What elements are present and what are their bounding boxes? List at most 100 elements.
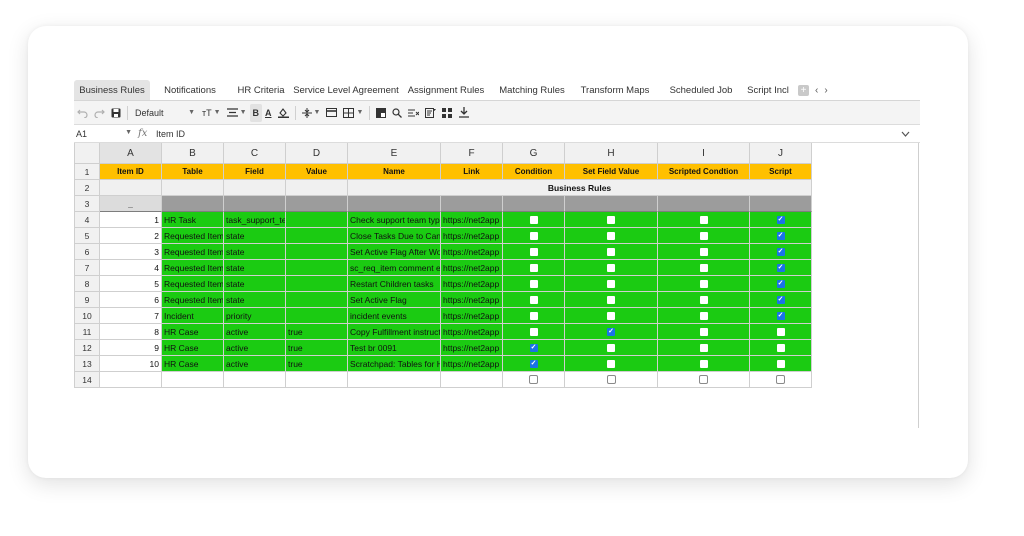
empty-cell[interactable] — [441, 372, 503, 388]
column-header-e[interactable]: E — [348, 143, 441, 164]
empty-cell[interactable] — [162, 372, 224, 388]
cell-field[interactable]: active — [224, 356, 286, 372]
cell-name[interactable]: Restart Children tasks — [348, 276, 441, 292]
column-header-g[interactable]: G — [503, 143, 565, 164]
checkbox-unchecked[interactable] — [776, 343, 785, 352]
row-number[interactable]: 2 — [74, 180, 100, 196]
cell-field[interactable]: priority — [224, 308, 286, 324]
save-icon[interactable] — [108, 104, 124, 122]
filter-icon[interactable] — [422, 104, 439, 122]
checkbox-unchecked[interactable] — [699, 279, 708, 288]
chevron-right-icon[interactable]: › — [824, 85, 827, 96]
empty-cell[interactable] — [162, 196, 224, 212]
cell-id[interactable]: 2 — [100, 228, 162, 244]
cell-name[interactable]: Scratchpad: Tables for HR — [348, 356, 441, 372]
header-cell[interactable]: Script — [750, 164, 812, 180]
row-number[interactable]: 12 — [74, 340, 100, 356]
checkbox-unchecked[interactable] — [699, 247, 708, 256]
chevron-left-icon[interactable]: ‹ — [815, 85, 818, 96]
row-number[interactable]: 5 — [74, 228, 100, 244]
row-number[interactable]: 3 — [74, 196, 100, 212]
cell-value[interactable] — [286, 308, 348, 324]
cell-value[interactable] — [286, 212, 348, 228]
checkbox-checked[interactable]: ✓ — [529, 359, 538, 368]
empty-cell[interactable] — [441, 196, 503, 212]
checkbox-unchecked[interactable] — [699, 343, 708, 352]
tab-notifications[interactable]: Notifications — [150, 80, 230, 100]
cell-link[interactable]: https://net2app — [441, 212, 503, 228]
cell-link[interactable]: https://net2app — [441, 228, 503, 244]
redo-icon[interactable] — [91, 104, 108, 122]
checkbox-checked[interactable]: ✓ — [607, 327, 615, 336]
checkbox-checked[interactable]: ✓ — [776, 311, 785, 320]
checkbox-unchecked[interactable] — [607, 359, 615, 368]
cell-value[interactable] — [286, 228, 348, 244]
column-header-f[interactable]: F — [441, 143, 503, 164]
cell-value[interactable] — [286, 260, 348, 276]
checkbox-unchecked[interactable] — [529, 295, 538, 304]
cell-name[interactable]: incident events — [348, 308, 441, 324]
checkbox-unchecked[interactable] — [529, 311, 538, 320]
cell-name[interactable]: Set Active Flag — [348, 292, 441, 308]
font-size-icon[interactable]: ᴛT ▼ — [199, 104, 224, 122]
checkbox-checked[interactable]: ✓ — [529, 343, 538, 352]
align-icon[interactable]: ▼ — [224, 104, 250, 122]
tab-business-rules[interactable]: Business Rules — [74, 80, 150, 100]
empty-cell[interactable] — [224, 180, 286, 196]
cell-table[interactable]: Incident — [162, 308, 224, 324]
valign-icon[interactable]: ▼ — [299, 104, 324, 122]
cell-field[interactable]: state — [224, 276, 286, 292]
selected-cell[interactable]: _ — [100, 196, 162, 212]
empty-cell[interactable] — [100, 372, 162, 388]
empty-cell[interactable] — [286, 180, 348, 196]
row-number[interactable]: 4 — [74, 212, 100, 228]
empty-cell[interactable] — [162, 180, 224, 196]
header-cell[interactable]: Scripted Condtion — [658, 164, 750, 180]
cell-link[interactable]: https://net2app — [441, 276, 503, 292]
cell-table[interactable]: Requested Item — [162, 292, 224, 308]
checkbox-unchecked[interactable] — [607, 343, 615, 352]
borders-icon[interactable]: ▼ — [340, 104, 366, 122]
cell-table[interactable]: HR Case — [162, 340, 224, 356]
cell-field[interactable]: active — [224, 340, 286, 356]
row-number[interactable]: 14 — [74, 372, 100, 388]
font-select[interactable]: Default ▼ — [131, 104, 199, 122]
row-number[interactable]: 10 — [74, 308, 100, 324]
checkbox-unchecked[interactable] — [529, 279, 538, 288]
checkbox-unchecked[interactable] — [606, 375, 616, 384]
cell-value[interactable] — [286, 276, 348, 292]
cell-link[interactable]: https://net2app — [441, 244, 503, 260]
cell-id[interactable]: 5 — [100, 276, 162, 292]
cell-field[interactable]: state — [224, 260, 286, 276]
column-header-a[interactable]: A — [100, 143, 162, 164]
tab-scheduled-job[interactable]: Scheduled Job — [658, 80, 744, 100]
checkbox-unchecked[interactable] — [699, 359, 708, 368]
header-cell[interactable]: Field — [224, 164, 286, 180]
empty-cell[interactable] — [286, 196, 348, 212]
checkbox-checked[interactable]: ✓ — [776, 247, 785, 256]
checkbox-unchecked[interactable] — [699, 263, 708, 272]
bold-icon[interactable]: B — [249, 103, 262, 122]
checkbox-checked[interactable]: ✓ — [776, 279, 785, 288]
checkbox-unchecked[interactable] — [607, 295, 615, 304]
column-header-d[interactable]: D — [286, 143, 348, 164]
chart-icon[interactable] — [439, 104, 456, 122]
checkbox-unchecked[interactable] — [699, 311, 708, 320]
empty-cell[interactable] — [565, 196, 658, 212]
header-cell[interactable]: Set Field Value — [565, 164, 658, 180]
row-number[interactable]: 1 — [74, 164, 100, 180]
empty-cell[interactable] — [750, 196, 812, 212]
cell-id[interactable]: 3 — [100, 244, 162, 260]
cell-id[interactable]: 10 — [100, 356, 162, 372]
cell-link[interactable]: https://net2app — [441, 292, 503, 308]
cell-field[interactable]: task_support_team — [224, 212, 286, 228]
font-color-icon[interactable]: A — [262, 104, 275, 122]
checkbox-unchecked[interactable] — [529, 247, 538, 256]
freeze-icon[interactable] — [373, 104, 389, 122]
header-cell[interactable]: Link — [441, 164, 503, 180]
cell-value[interactable] — [286, 244, 348, 260]
cell-name[interactable]: Close Tasks Due to Cancel — [348, 228, 441, 244]
cell-id[interactable]: 4 — [100, 260, 162, 276]
empty-cell[interactable] — [224, 196, 286, 212]
checkbox-checked[interactable]: ✓ — [776, 263, 785, 272]
